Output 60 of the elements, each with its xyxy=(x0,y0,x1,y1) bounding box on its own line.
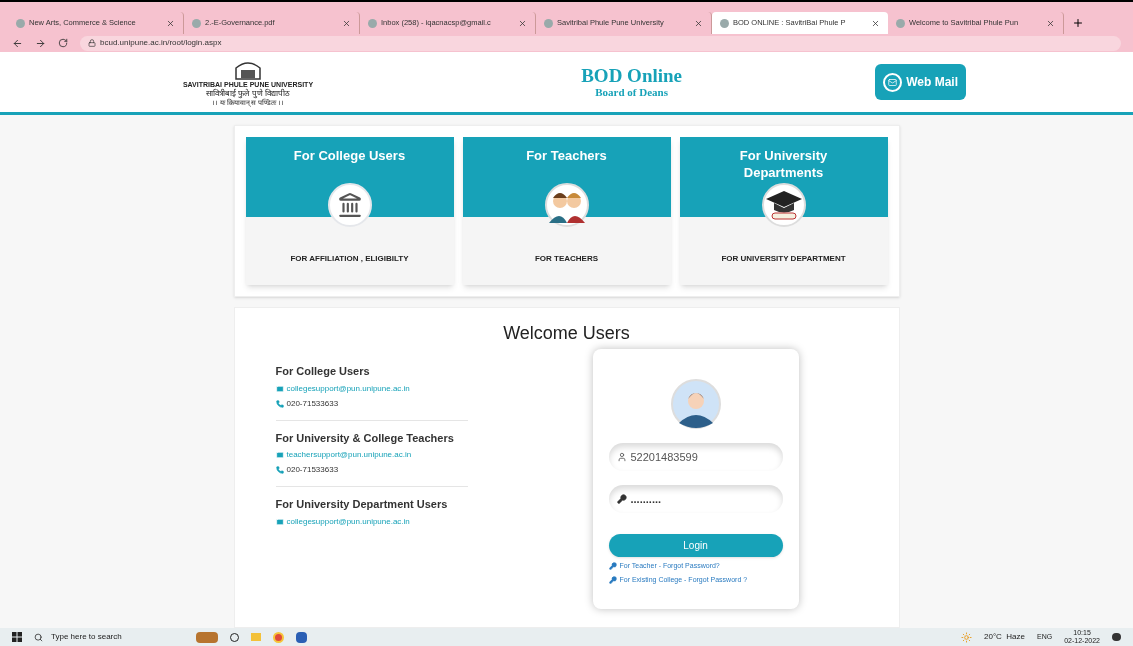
portal-title: For Teachers xyxy=(525,147,608,164)
portal-card[interactable]: For Teachers FOR TEACHERS xyxy=(462,137,671,285)
portal-caption: FOR TEACHERS xyxy=(534,253,599,265)
contact-heading: For College Users xyxy=(275,364,371,379)
mail-icon xyxy=(275,451,284,459)
new-tab-icon[interactable] xyxy=(1072,17,1084,29)
weather-icon xyxy=(961,631,972,643)
reload-icon[interactable] xyxy=(58,38,68,48)
portal-card[interactable]: For College Users FOR AFFILIATION , ELIGIBILTY xyxy=(245,137,454,285)
site-icon xyxy=(368,18,377,28)
password-field[interactable]: .......... xyxy=(608,485,783,513)
portal-card[interactable]: For University Departments FOR UNIVERSITY DEPARTMENT xyxy=(679,137,888,285)
contact-heading: For University & College Teachers xyxy=(275,430,455,446)
close-icon[interactable] xyxy=(166,18,175,28)
site-icon xyxy=(720,18,729,28)
site-icon xyxy=(544,18,553,28)
key-icon xyxy=(608,562,617,571)
mail-icon xyxy=(275,384,284,393)
browser-icon[interactable] xyxy=(273,631,284,643)
university-name-marathi: सावित्रीबाई फुले पुणे विद्यापीठ xyxy=(206,88,290,98)
forward-icon[interactable] xyxy=(35,37,46,49)
close-icon[interactable] xyxy=(518,18,527,28)
windows-icon[interactable] xyxy=(12,632,22,642)
graduation-cap-icon xyxy=(759,183,808,227)
teachers-icon xyxy=(542,183,591,227)
key-icon xyxy=(616,494,627,504)
phone-number: 020-71533633 xyxy=(286,464,339,476)
weather-text: 20°C Haze xyxy=(984,631,1025,643)
portal-title: For University Departments xyxy=(738,147,829,181)
close-icon[interactable] xyxy=(1046,18,1055,28)
app-icon[interactable] xyxy=(196,631,218,643)
key-icon xyxy=(608,575,617,584)
search-icon xyxy=(34,632,43,642)
site-icon xyxy=(16,18,25,28)
close-icon[interactable] xyxy=(342,18,351,28)
site-subtitle: Board of Deans xyxy=(595,86,668,98)
portal-caption: FOR AFFILIATION , ELIGIBILTY xyxy=(290,253,409,265)
user-icon xyxy=(616,452,627,462)
portal-title: For College Users xyxy=(292,147,407,164)
phone-number: 020-71533633 xyxy=(286,397,339,410)
mail-icon xyxy=(883,72,903,92)
mail-icon xyxy=(275,517,284,526)
portal-caption: FOR UNIVERSITY DEPARTMENT xyxy=(721,253,846,265)
url-text: bcud.unipune.ac.in/root/login.aspx xyxy=(100,37,222,49)
username-field[interactable]: 52201483599 xyxy=(608,443,783,471)
lock-icon xyxy=(88,39,96,47)
site-icon xyxy=(896,18,905,28)
contact-heading: For University Department Users xyxy=(275,497,449,512)
back-icon[interactable] xyxy=(12,37,23,49)
close-icon[interactable] xyxy=(694,18,703,28)
site-icon xyxy=(192,18,201,28)
phone-icon xyxy=(275,466,284,474)
url-field[interactable]: bcud.unipune.ac.in/root/login.aspx xyxy=(80,35,1121,51)
welcome-heading: Welcome Users xyxy=(503,322,630,345)
close-icon[interactable] xyxy=(871,18,880,28)
site-title: BOD Online xyxy=(581,66,682,86)
building-icon xyxy=(327,183,372,227)
user-avatar xyxy=(670,379,721,429)
taskbar-search-field[interactable]: Type here to search xyxy=(34,631,184,643)
phone-icon xyxy=(275,399,284,408)
